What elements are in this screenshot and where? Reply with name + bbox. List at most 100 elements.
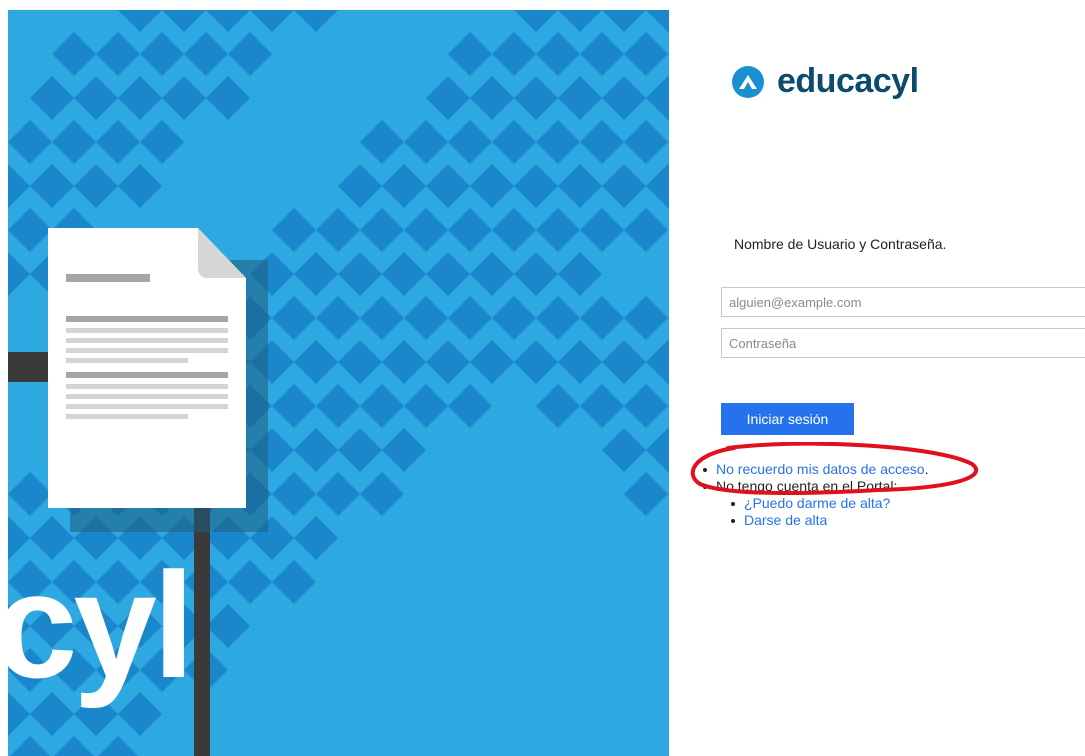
hero-diamond	[426, 340, 470, 384]
hero-diamond	[316, 208, 360, 252]
hero-diamond	[646, 340, 669, 384]
sign-in-button[interactable]: Iniciar sesión	[721, 403, 854, 435]
hero-diamond	[404, 384, 448, 428]
hero-diamond	[580, 384, 624, 428]
hero-diamond	[602, 10, 646, 32]
hero-diamond	[448, 32, 492, 76]
hero-diamond	[8, 208, 52, 252]
hero-diamond	[140, 120, 184, 164]
forgot-suffix: .	[924, 461, 929, 477]
hero-diamond	[30, 76, 74, 120]
hero-diamond	[558, 10, 602, 32]
hero-diamond	[668, 405, 669, 407]
list-item: No recuerdo mis datos de acceso.	[702, 461, 928, 478]
hero-diamond	[470, 76, 514, 120]
hero-diamond	[646, 164, 669, 208]
hero-diamond	[272, 208, 316, 252]
hero-diamond	[558, 76, 602, 120]
hero-diamond	[96, 32, 140, 76]
hero-diamond	[10, 736, 50, 756]
hero-diamond	[558, 164, 602, 208]
hero-diamond	[316, 296, 360, 340]
hero-diamond	[514, 164, 558, 208]
hero-diamond	[404, 120, 448, 164]
hero-diamond	[184, 32, 228, 76]
hero-diamond	[558, 252, 602, 296]
hero-diamond	[580, 32, 624, 76]
hero-diamond	[272, 560, 316, 604]
hero-diamond	[448, 120, 492, 164]
logo-mark-icon	[732, 65, 764, 98]
login-prompt: Nombre de Usuario y Contraseña.	[734, 236, 947, 252]
password-input[interactable]	[721, 328, 1085, 358]
forgot-credentials-link[interactable]: No recuerdo mis datos de acceso	[716, 461, 925, 477]
hero-diamond	[646, 10, 669, 32]
hero-diamond	[514, 340, 558, 384]
hero-diamond	[294, 516, 338, 560]
hero-diamond	[8, 164, 30, 208]
hero-diamond	[580, 296, 624, 340]
hero-diamond	[448, 384, 492, 428]
hero-diamond	[162, 10, 206, 32]
hero-diamond	[52, 120, 96, 164]
hero-diamond	[668, 53, 669, 55]
hero-diamond	[492, 208, 536, 252]
hero-diamond	[470, 340, 514, 384]
hero-diamond	[492, 120, 536, 164]
hero-diamond	[426, 252, 470, 296]
hero-diamond	[52, 32, 96, 76]
no-account-label: No tengo cuenta en el Portal:	[716, 478, 898, 494]
list-item: Darse de alta	[730, 512, 928, 529]
hero-diamond	[316, 472, 360, 516]
hero-diamond	[316, 384, 360, 428]
hero-diamond	[668, 317, 669, 319]
hero-diamond	[470, 252, 514, 296]
hero-diamond	[624, 32, 668, 76]
hero-diamond	[646, 428, 669, 472]
can-register-link[interactable]: ¿Puedo darme de alta?	[744, 495, 890, 511]
hero-diamond	[294, 428, 338, 472]
hero-diamond	[492, 296, 536, 340]
hero-diamond	[602, 164, 646, 208]
hero-diamond	[118, 10, 162, 32]
hero-diamond	[74, 76, 118, 120]
help-links: No recuerdo mis datos de acceso. No teng…	[702, 461, 928, 529]
hero-diamond	[580, 120, 624, 164]
hero-diamond	[558, 340, 602, 384]
hero-diamond	[272, 384, 316, 428]
hero-diamond	[624, 208, 668, 252]
hero-diamond	[228, 32, 272, 76]
hero-diamond	[360, 472, 404, 516]
educacyl-logo: educacyl	[731, 62, 919, 101]
hero-diamond	[8, 252, 30, 296]
hero-diamond	[536, 120, 580, 164]
hero-diamond	[360, 296, 404, 340]
hero-diamond	[338, 252, 382, 296]
hero-diamond	[118, 164, 162, 208]
hero-diamond	[624, 472, 668, 516]
hero-diamond	[426, 164, 470, 208]
hero-diamond	[272, 472, 316, 516]
hero-diamond	[272, 296, 316, 340]
hero-diamond	[624, 296, 668, 340]
register-links: ¿Puedo darme de alta? Darse de alta	[716, 495, 928, 529]
hero-diamond	[140, 32, 184, 76]
hero-diamond	[404, 296, 448, 340]
hero-diamond	[602, 340, 646, 384]
hero-banner: cyl	[8, 10, 669, 756]
hero-diamond	[602, 76, 646, 120]
hero-diamond	[470, 164, 514, 208]
hero-diamond	[668, 141, 669, 143]
username-input[interactable]	[721, 287, 1085, 317]
hero-diamond	[98, 736, 138, 756]
logo-text: educacyl	[777, 62, 919, 100]
hero-diamond	[536, 208, 580, 252]
hero-diamond	[30, 164, 74, 208]
hero-diamond	[602, 428, 646, 472]
register-link[interactable]: Darse de alta	[744, 512, 827, 528]
hero-diamond	[8, 120, 52, 164]
hero-diamond	[294, 340, 338, 384]
hero-diamond	[8, 472, 52, 516]
hero-diamond	[360, 208, 404, 252]
hero-diamond	[536, 32, 580, 76]
